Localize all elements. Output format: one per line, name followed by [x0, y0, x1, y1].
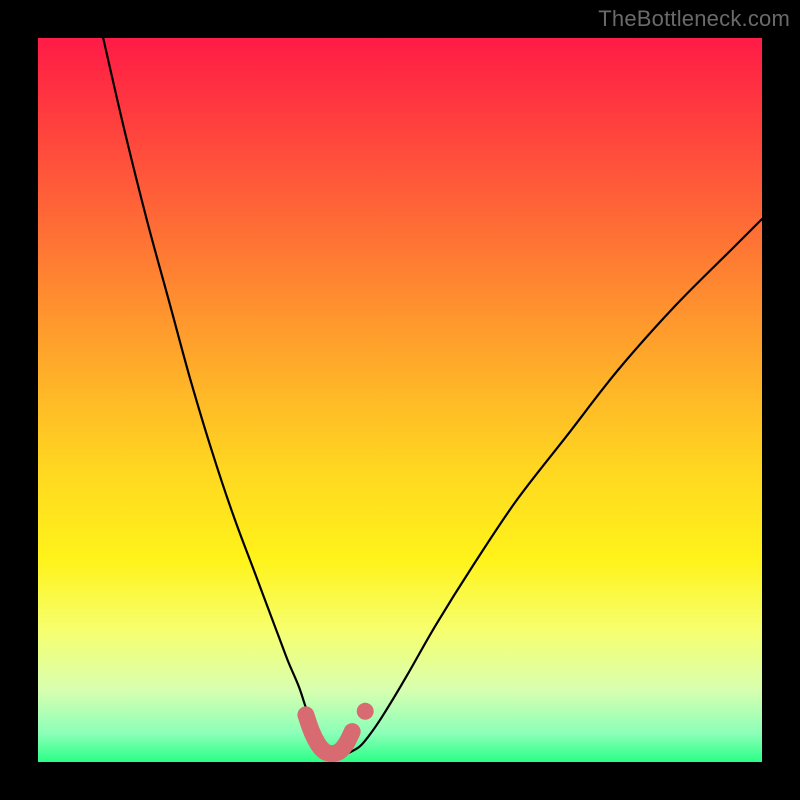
bottleneck-curve: [103, 38, 762, 755]
curve-layer: [38, 38, 762, 762]
optimal-range-end-dot: [357, 703, 374, 720]
watermark-text: TheBottleneck.com: [598, 6, 790, 32]
optimal-range-marker: [306, 715, 352, 754]
chart-frame: TheBottleneck.com: [0, 0, 800, 800]
plot-area: [38, 38, 762, 762]
